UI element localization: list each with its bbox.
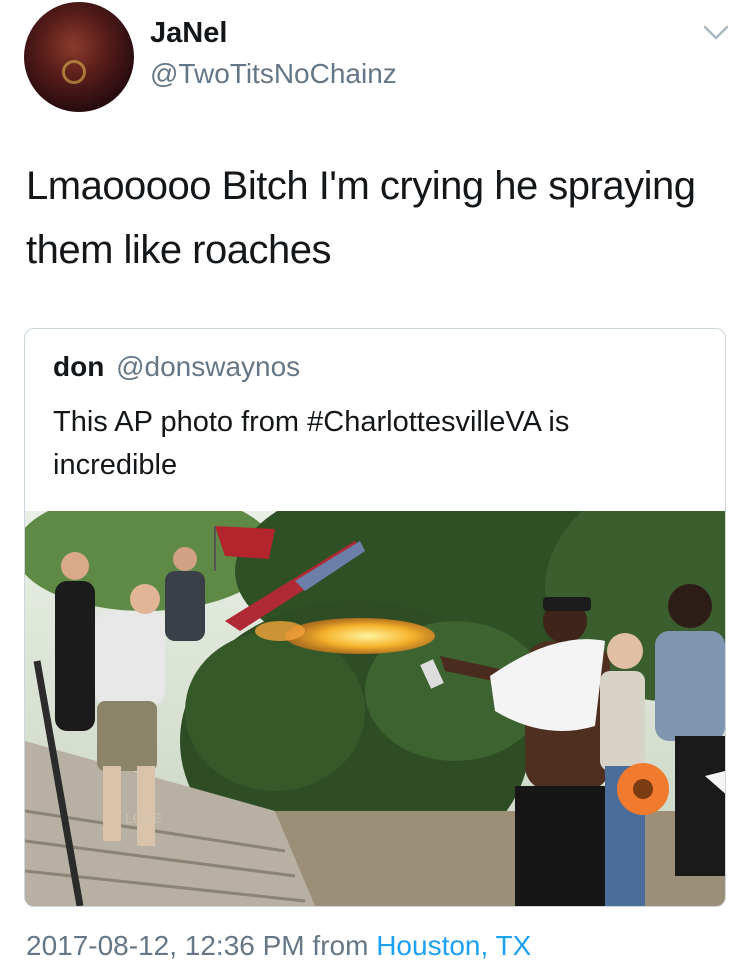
from-label: from xyxy=(312,930,369,961)
quoted-tweet-text: This AP photo from #CharlottesvilleVA is… xyxy=(53,406,570,481)
tweet-text: Lmaooooo Bitch I'm crying he spraying th… xyxy=(26,164,696,272)
user-handle[interactable]: @TwoTitsNoChainz xyxy=(150,58,397,90)
display-name[interactable]: JaNel xyxy=(150,17,227,50)
timestamp[interactable]: 2017-08-12, 12:36 PM xyxy=(26,930,305,961)
quoted-handle: @donswaynos xyxy=(116,351,301,382)
location-link[interactable]: Houston, TX xyxy=(376,930,531,961)
quoted-display-name: don xyxy=(53,351,105,382)
quoted-photo[interactable]: LOVE xyxy=(25,511,725,906)
tweet-footer: 2017-08-12, 12:36 PM from Houston, TX xyxy=(26,930,531,962)
avatar[interactable] xyxy=(24,2,134,112)
svg-text:LOVE: LOVE xyxy=(125,810,162,826)
quoted-tweet[interactable]: don @donswaynos This AP photo from #Char… xyxy=(24,328,726,907)
chevron-down-icon[interactable] xyxy=(702,22,730,42)
quoted-tweet-header: don @donswaynos xyxy=(53,351,300,383)
